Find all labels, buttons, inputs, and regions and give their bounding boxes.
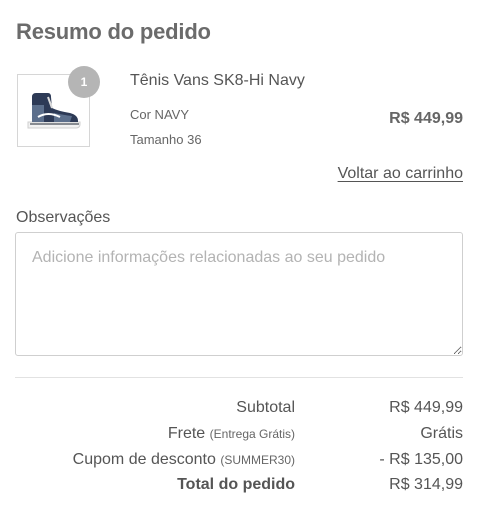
coupon-row: Cupom de desconto (SUMMER30) - R$ 135,00: [0, 451, 500, 473]
coupon-label-group: Cupom de desconto (SUMMER30): [73, 451, 295, 469]
shipping-value: Grátis: [420, 425, 463, 442]
product-name: Tênis Vans SK8-Hi Navy: [130, 72, 305, 89]
subtotal-value: R$ 449,99: [389, 399, 463, 416]
order-summary-title: Resumo do pedido: [16, 19, 211, 44]
subtotal-row: Subtotal R$ 449,99: [0, 399, 500, 421]
total-value: R$ 314,99: [389, 476, 463, 493]
product-color: Cor NAVY: [130, 107, 189, 122]
total-row: Total do pedido R$ 314,99: [0, 476, 500, 498]
summary-divider: [15, 377, 463, 378]
coupon-code: (SUMMER30): [220, 453, 295, 467]
quantity-badge: 1: [68, 66, 100, 98]
total-label: Total do pedido: [177, 476, 295, 493]
shipping-label: Frete: [167, 425, 206, 442]
coupon-value: - R$ 135,00: [379, 451, 463, 468]
notes-textarea[interactable]: [15, 232, 463, 356]
shipping-label-group: Frete (Entrega Grátis): [168, 425, 295, 443]
product-price: R$ 449,99: [389, 110, 463, 127]
subtotal-label: Subtotal: [236, 399, 295, 416]
notes-label: Observações: [16, 209, 111, 226]
back-to-cart-link[interactable]: Voltar ao carrinho: [338, 165, 463, 183]
shipping-row: Frete (Entrega Grátis) Grátis: [0, 425, 500, 447]
product-size: Tamanho 36: [130, 132, 202, 147]
shipping-note: (Entrega Grátis): [209, 427, 295, 441]
coupon-label: Cupom de desconto: [72, 451, 216, 468]
